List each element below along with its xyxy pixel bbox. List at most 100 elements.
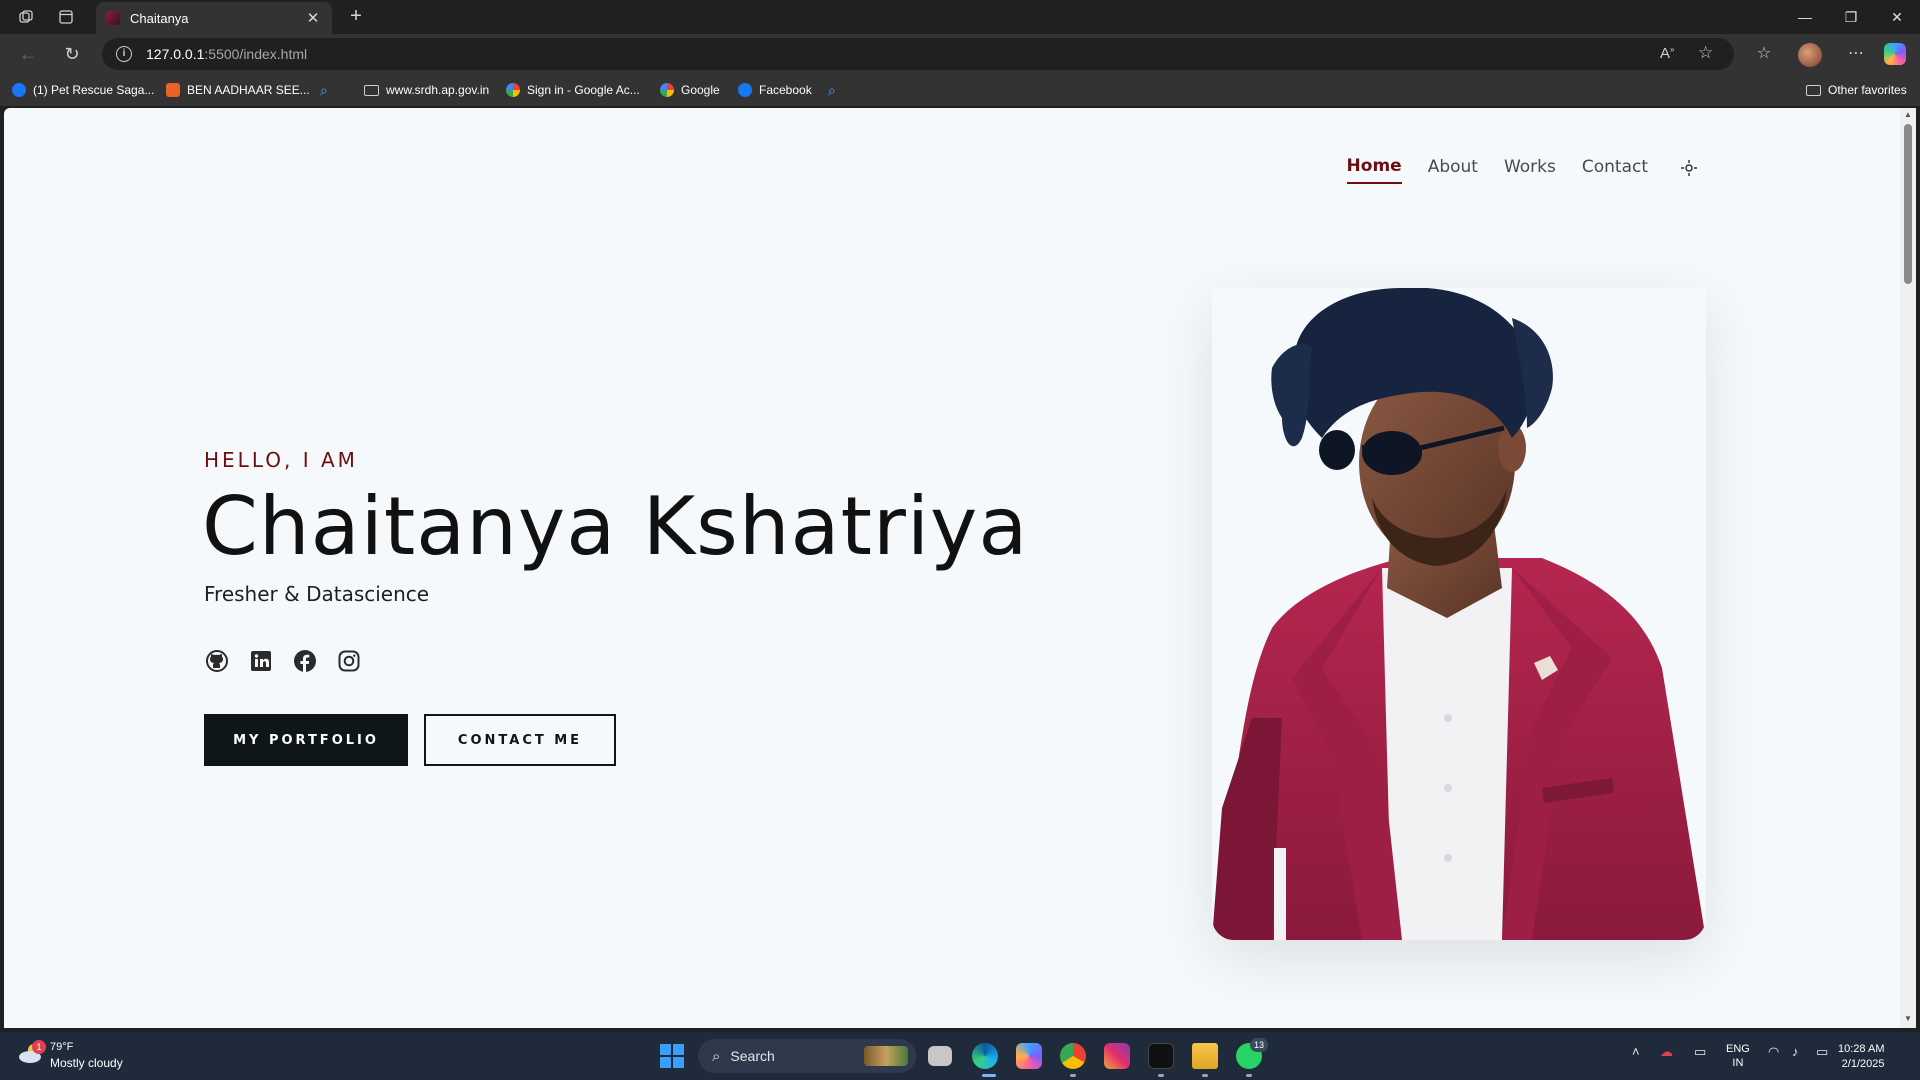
- scroll-down-icon[interactable]: ▼: [1903, 1014, 1913, 1023]
- search-icon: ⌕: [712, 1047, 721, 1065]
- tab-active[interactable]: Chaitanya ✕: [96, 2, 332, 34]
- bookmark-item[interactable]: BEN AADHAAR SEE...: [166, 80, 310, 100]
- profile-portrait: [1212, 288, 1706, 940]
- clock-date: 2/1/2025: [1841, 1058, 1885, 1070]
- chrome-icon[interactable]: [1060, 1043, 1086, 1069]
- facebook-icon[interactable]: [292, 648, 318, 674]
- contact-me-button[interactable]: CONTACT ME: [424, 714, 616, 766]
- browser-tab-bar: Chaitanya ✕ + — ❐ ✕: [0, 0, 1920, 34]
- wifi-icon[interactable]: ◠: [1768, 1044, 1779, 1060]
- region-code: IN: [1732, 1057, 1744, 1069]
- clock-time: 10:28 AM: [1838, 1043, 1885, 1055]
- language-code: ENG: [1726, 1043, 1750, 1055]
- google-icon: [660, 83, 674, 97]
- page-viewport: Home About Works Contact HELLO, I AM Cha…: [4, 108, 1900, 1028]
- nav-about[interactable]: About: [1428, 157, 1478, 183]
- favorite-star-icon[interactable]: ☆: [1698, 43, 1713, 63]
- display-icon[interactable]: ▭: [1694, 1044, 1706, 1060]
- running-indicator: [1246, 1074, 1252, 1077]
- weather-badge: 1: [32, 1040, 46, 1054]
- search-highlight-icon: [864, 1046, 908, 1066]
- copilot-app-icon[interactable]: [1016, 1043, 1042, 1069]
- site-favicon-icon: [106, 11, 120, 25]
- running-indicator: [1202, 1074, 1208, 1077]
- tab-title: Chaitanya: [130, 10, 189, 26]
- orange-site-icon: [166, 83, 180, 97]
- onedrive-icon[interactable]: ☁: [1660, 1044, 1673, 1060]
- close-tab-icon[interactable]: ✕: [304, 9, 322, 27]
- hero-name: Chaitanya Kshatriya: [202, 480, 1029, 573]
- language-indicator[interactable]: ENG IN: [1726, 1042, 1750, 1070]
- facebook-icon: [738, 83, 752, 97]
- bookmarks-bar: (1) Pet Rescue Saga... BEN AADHAAR SEE..…: [0, 74, 1920, 106]
- other-favorites-label: Other favorites: [1828, 83, 1907, 97]
- scroll-up-icon[interactable]: ▲: [1903, 110, 1913, 119]
- my-portfolio-button[interactable]: MY PORTFOLIO: [204, 714, 408, 766]
- scroll-thumb[interactable]: [1904, 124, 1912, 284]
- theme-toggle-icon[interactable]: [1678, 159, 1700, 181]
- nav-works[interactable]: Works: [1504, 157, 1556, 183]
- close-window-icon[interactable]: ✕: [1874, 6, 1920, 28]
- search-icon[interactable]: ⌕: [320, 80, 328, 100]
- bookmark-label: www.srdh.ap.gov.in: [386, 83, 490, 97]
- terminal-app-icon[interactable]: [1148, 1043, 1174, 1069]
- url-host: 127.0.0.1: [146, 46, 205, 62]
- social-links: [204, 648, 380, 674]
- nav-contact[interactable]: Contact: [1582, 157, 1648, 183]
- bookmark-item[interactable]: www.srdh.ap.gov.in: [364, 80, 489, 100]
- bookmark-label: BEN AADHAAR SEE...: [187, 83, 310, 97]
- task-view-icon[interactable]: [928, 1046, 952, 1066]
- copilot-icon[interactable]: [1884, 43, 1906, 65]
- more-options-icon[interactable]: ⋯: [1844, 42, 1868, 66]
- taskbar: 1 79°F Mostly cloudy ⌕ Search 13 ˄ ☁ ▭ E…: [0, 1032, 1920, 1080]
- active-indicator: [982, 1074, 996, 1077]
- running-indicator: [1158, 1074, 1164, 1077]
- weather-desc: Mostly cloudy: [50, 1056, 123, 1070]
- bookmark-item[interactable]: Facebook: [738, 80, 812, 100]
- instagram-icon[interactable]: [336, 648, 362, 674]
- weather-temp: 79°F: [50, 1041, 74, 1053]
- github-icon[interactable]: [204, 648, 230, 674]
- profile-avatar[interactable]: [1798, 43, 1822, 67]
- search-icon[interactable]: ⌕: [828, 80, 836, 100]
- nav-home[interactable]: Home: [1346, 156, 1402, 184]
- tab-actions-icon[interactable]: [56, 7, 76, 27]
- whatsapp-badge: 13: [1250, 1038, 1268, 1052]
- windows-start-icon[interactable]: [660, 1044, 684, 1068]
- bookmark-item[interactable]: Sign in - Google Ac...: [506, 80, 640, 100]
- minimize-icon[interactable]: —: [1782, 6, 1828, 28]
- taskbar-search[interactable]: ⌕ Search: [698, 1039, 916, 1073]
- site-info-icon[interactable]: i: [116, 46, 132, 62]
- instagram-app-icon[interactable]: [1104, 1043, 1130, 1069]
- address-bar[interactable]: i 127.0.0.1:5500/index.html A» ☆: [102, 38, 1734, 70]
- battery-icon[interactable]: ▭: [1816, 1044, 1828, 1060]
- clock[interactable]: 10:28 AM 2/1/2025: [1838, 1042, 1884, 1072]
- hero-role: Fresher & Datascience: [204, 582, 430, 606]
- file-explorer-icon[interactable]: [1192, 1043, 1218, 1069]
- show-hidden-icons-icon[interactable]: ˄: [1632, 1044, 1640, 1059]
- folder-icon: [1806, 84, 1821, 96]
- linkedin-icon[interactable]: [248, 648, 274, 674]
- restore-icon[interactable]: ❐: [1828, 6, 1874, 28]
- bookmark-label: Google: [681, 83, 720, 97]
- facebook-icon: [12, 83, 26, 97]
- new-tab-icon[interactable]: +: [344, 5, 368, 29]
- browser-toolbar: ← ↻ i 127.0.0.1:5500/index.html A» ☆ ☆ ⋯: [0, 34, 1920, 74]
- volume-icon[interactable]: ♪: [1792, 1044, 1799, 1059]
- back-icon[interactable]: ←: [16, 42, 40, 66]
- url-path: :5500/index.html: [204, 46, 308, 62]
- refresh-icon[interactable]: ↻: [60, 42, 84, 66]
- edge-icon[interactable]: [972, 1043, 998, 1069]
- bookmark-label: Facebook: [759, 83, 812, 97]
- bookmark-item[interactable]: (1) Pet Rescue Saga...: [12, 80, 154, 100]
- favorites-icon[interactable]: ☆: [1752, 42, 1776, 66]
- read-aloud-icon[interactable]: A»: [1660, 45, 1674, 62]
- workspaces-icon[interactable]: [16, 7, 36, 27]
- page-scrollbar[interactable]: ▲ ▼: [1900, 108, 1916, 1028]
- bookmark-item[interactable]: Google: [660, 80, 720, 100]
- hero-greeting: HELLO, I AM: [204, 448, 358, 472]
- running-indicator: [1070, 1074, 1076, 1077]
- other-favorites[interactable]: Other favorites: [1806, 80, 1907, 100]
- search-label: Search: [730, 1048, 775, 1064]
- folder-icon: [364, 84, 379, 96]
